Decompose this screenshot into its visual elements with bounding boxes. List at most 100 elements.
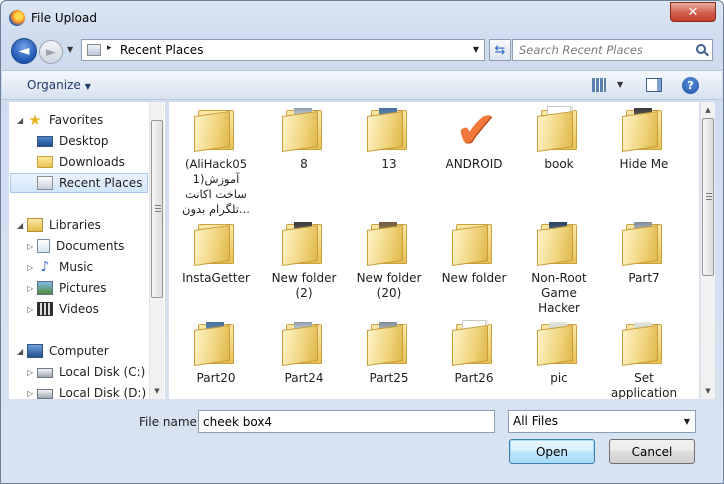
folder-item[interactable]: Set application — [601, 320, 687, 399]
sidebar-item-libraries[interactable]: ◢ Libraries — [17, 215, 101, 235]
folder-item[interactable]: (AliHack05 آموزش(1 ساخت اکانت تلگرام بدو… — [173, 106, 259, 217]
navigation-bar: ◄ ► ▼ ▸ Recent Places ▼ ⇆ — [9, 37, 717, 65]
folder-item[interactable]: Part26 — [431, 320, 517, 386]
sidebar-item-label: Pictures — [59, 281, 107, 295]
sidebar-item-label: Local Disk (D:) — [59, 386, 147, 399]
expand-icon[interactable]: ▷ — [27, 389, 37, 398]
folder-item[interactable]: Part20 — [173, 320, 259, 386]
scroll-down-arrow[interactable]: ▼ — [150, 383, 164, 398]
sidebar-item-computer[interactable]: ◢ Computer — [17, 341, 109, 361]
breadcrumb-chevron-icon[interactable]: ▸ — [107, 43, 112, 53]
folder-item[interactable]: Part7 — [601, 220, 687, 286]
sidebar-scroll-thumb[interactable] — [151, 120, 163, 298]
scroll-up-arrow[interactable]: ▲ — [701, 102, 715, 117]
folder-item[interactable]: New folder — [431, 220, 517, 286]
organize-label: Organize — [27, 78, 81, 92]
folder-name: pic — [550, 371, 568, 385]
folder-item[interactable]: ✔ ANDROID — [431, 105, 517, 172]
sidebar-item-label: Downloads — [59, 155, 125, 169]
command-toolbar: Organize ▼ ▼ ? — [2, 70, 722, 100]
expand-icon[interactable]: ▷ — [27, 284, 37, 293]
search-icon[interactable] — [696, 44, 706, 54]
scroll-down-arrow[interactable]: ▼ — [701, 383, 715, 398]
help-icon[interactable]: ? — [682, 77, 699, 94]
expand-icon[interactable]: ◢ — [17, 116, 27, 125]
view-options-dropdown-icon[interactable]: ▼ — [617, 80, 623, 89]
folder-icon — [367, 320, 411, 368]
sidebar-item-favorites[interactable]: ◢ ★ Favorites — [17, 110, 103, 130]
sidebar-item-desktop[interactable]: Desktop — [37, 131, 109, 151]
folder-icon — [367, 106, 411, 154]
folder-icon — [452, 220, 496, 268]
address-bar[interactable]: ▸ Recent Places ▼ — [81, 39, 485, 61]
organize-menu-button[interactable]: Organize ▼ — [27, 78, 91, 92]
grip-line — [155, 211, 161, 212]
recent-pages-dropdown-icon[interactable]: ▼ — [67, 45, 73, 54]
folder-name: Part7 — [628, 271, 660, 285]
hard-disk-icon — [37, 368, 53, 378]
file-list-scroll-thumb[interactable] — [702, 118, 714, 276]
chevron-down-icon: ▼ — [683, 417, 690, 426]
folder-item[interactable]: 13 — [346, 106, 432, 172]
preview-pane-icon[interactable] — [646, 78, 662, 92]
search-input[interactable] — [519, 41, 689, 59]
folder-item[interactable]: 8 — [261, 106, 347, 172]
sidebar-scrollbar[interactable]: ▼ — [149, 102, 164, 399]
folder-name: New folder (20) — [356, 271, 422, 300]
folder-item[interactable]: New folder (20) — [346, 220, 432, 301]
folder-name: New folder (2) — [271, 271, 337, 300]
folder-item[interactable]: book — [516, 106, 602, 172]
folder-item[interactable]: Part24 — [261, 320, 347, 386]
sidebar-item-local-disk-c[interactable]: ▷ Local Disk (C:) — [27, 362, 145, 382]
change-view-icon[interactable] — [592, 78, 606, 92]
folder-name: Part26 — [454, 371, 494, 385]
sidebar-item-pictures[interactable]: ▷ Pictures — [27, 278, 107, 298]
forward-button[interactable]: ► — [39, 40, 63, 64]
folder-item[interactable]: InstaGetter — [173, 220, 259, 286]
file-name-input[interactable] — [198, 410, 495, 433]
file-list-scrollbar[interactable]: ▲ ▼ — [700, 102, 715, 399]
sidebar-item-recent-places[interactable]: Recent Places — [10, 173, 148, 193]
folder-icon — [194, 106, 238, 154]
file-type-value: All Files — [513, 414, 559, 428]
folder-item[interactable]: Hide Me — [601, 106, 687, 172]
close-button[interactable]: ✕ — [670, 2, 716, 22]
folder-item[interactable]: pic — [516, 320, 602, 386]
open-button[interactable]: Open — [509, 439, 595, 464]
refresh-button[interactable]: ⇆ — [489, 39, 511, 61]
folder-name: Part24 — [284, 371, 324, 385]
expand-icon[interactable]: ◢ — [17, 347, 27, 356]
sidebar-item-label: Desktop — [59, 134, 109, 148]
expand-icon[interactable]: ▷ — [27, 305, 37, 314]
sidebar-item-downloads[interactable]: Downloads — [37, 152, 125, 172]
folder-icon — [282, 320, 326, 368]
sidebar-item-music[interactable]: ▷ ♪ Music — [27, 257, 93, 277]
sidebar-item-documents[interactable]: ▷ Documents — [27, 236, 124, 256]
folder-item[interactable]: New folder (2) — [261, 220, 347, 301]
grip-line — [155, 208, 161, 209]
folder-icon — [537, 106, 581, 154]
sidebar-item-label: Documents — [56, 239, 125, 253]
folder-item[interactable]: Part25 — [346, 320, 432, 386]
folder-icon — [194, 320, 238, 368]
folder-name: Non-Root Game Hacker — [531, 271, 587, 315]
folder-item[interactable]: Non-Root Game Hacker — [516, 220, 602, 316]
chevron-down-icon: ▼ — [84, 82, 91, 91]
grip-line — [706, 193, 712, 194]
expand-icon[interactable]: ◢ — [17, 221, 27, 230]
sidebar-item-local-disk-d[interactable]: ▷ Local Disk (D:) — [27, 383, 146, 399]
address-dropdown-icon[interactable]: ▼ — [473, 45, 479, 54]
file-list: (AliHack05 آموزش(1 ساخت اکانت تلگرام بدو… — [169, 102, 699, 399]
back-button[interactable]: ◄ — [11, 38, 37, 64]
folder-icon — [537, 320, 581, 368]
folder-icon — [282, 220, 326, 268]
file-type-select[interactable]: All Files ▼ — [508, 410, 696, 433]
folder-name: Part20 — [196, 371, 236, 385]
expand-icon[interactable]: ▷ — [27, 263, 37, 272]
expand-icon[interactable]: ▷ — [27, 242, 37, 251]
cancel-button[interactable]: Cancel — [609, 439, 695, 464]
expand-icon[interactable]: ▷ — [27, 368, 37, 377]
breadcrumb-recent-places[interactable]: Recent Places — [120, 43, 203, 57]
search-box[interactable] — [512, 39, 713, 61]
sidebar-item-videos[interactable]: ▷ Videos — [27, 299, 99, 319]
